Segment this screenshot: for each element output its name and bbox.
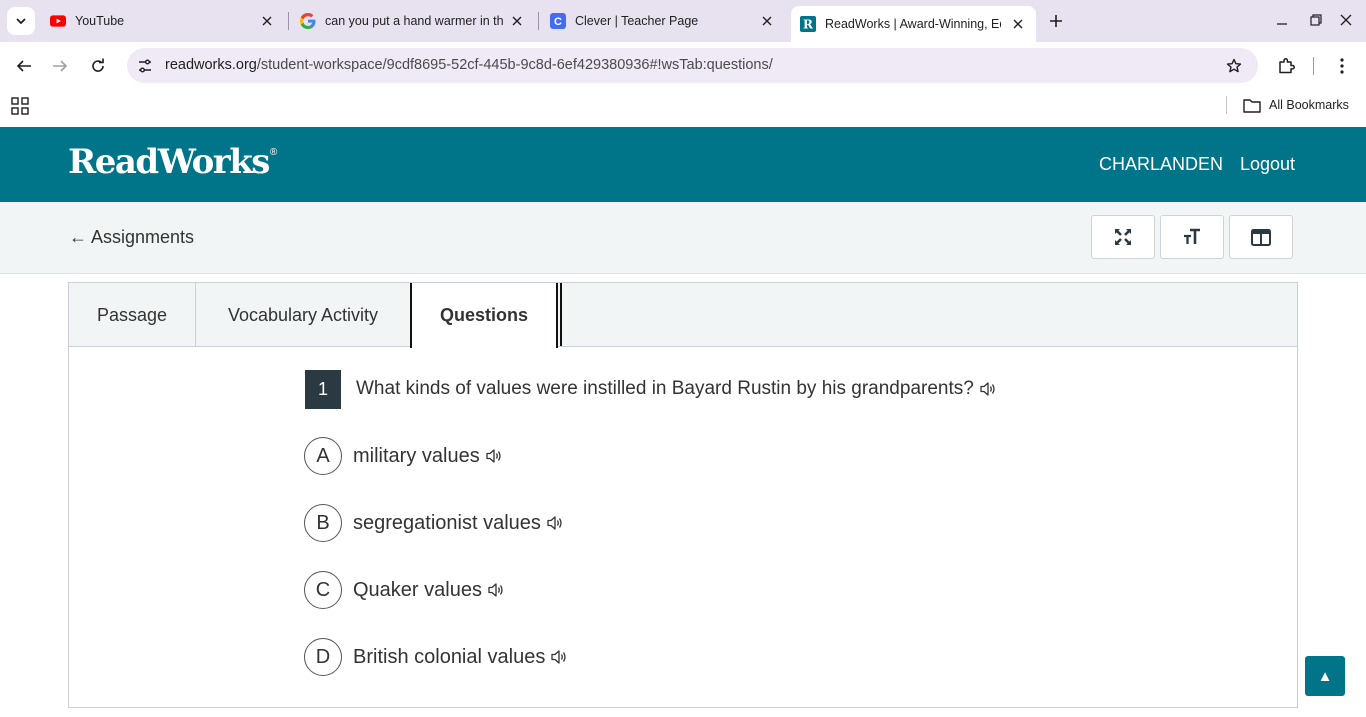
restore-icon: [1310, 14, 1322, 26]
tab-title: ReadWorks | Award-Winning, Ed: [825, 17, 1001, 31]
url-path: /student-workspace/9cdf8695-52cf-445b-9c…: [256, 57, 773, 73]
close-icon[interactable]: [259, 13, 275, 29]
browser-tab-clever[interactable]: C Clever | Teacher Page: [550, 8, 775, 34]
site-info-icon[interactable]: [135, 56, 155, 76]
puzzle-icon: [1279, 58, 1295, 74]
url-text: readworks.org/student-workspace/9cdf8695…: [165, 57, 773, 73]
choice-letter: C: [304, 571, 342, 609]
fullscreen-icon: [1115, 229, 1131, 245]
more-vertical-icon: [1340, 58, 1344, 74]
tab-divider: [560, 283, 562, 346]
tab-title: YouTube: [75, 14, 125, 28]
fullscreen-button[interactable]: [1091, 215, 1155, 259]
choice-label: British colonial values: [353, 646, 569, 669]
all-bookmarks-button[interactable]: All Bookmarks: [1243, 96, 1349, 114]
tab-title: can you put a hand warmer in th: [325, 14, 503, 28]
close-icon[interactable]: [509, 13, 525, 29]
browser-tab-readworks[interactable]: R ReadWorks | Award-Winning, Ed: [791, 6, 1036, 42]
choice-text: military values: [353, 444, 480, 467]
minimize-button[interactable]: [1272, 10, 1292, 30]
tab-search-button[interactable]: [7, 7, 35, 35]
choice-label: segregationist values: [353, 512, 565, 535]
folder-icon: [1243, 98, 1261, 113]
minimize-icon: [1277, 23, 1287, 25]
choice-label: Quaker values: [353, 579, 506, 602]
close-icon: [1340, 14, 1352, 26]
speaker-icon[interactable]: [978, 379, 998, 399]
tab-vocabulary-activity[interactable]: Vocabulary Activity: [196, 283, 410, 347]
split-view-icon: [1251, 228, 1271, 246]
browser-tab-google[interactable]: can you put a hand warmer in th: [300, 8, 525, 34]
choice-label: military values: [353, 445, 504, 468]
tab-separator: [288, 12, 289, 30]
answer-choice-b[interactable]: B segregationist values: [304, 504, 565, 542]
speaker-icon[interactable]: [484, 446, 504, 466]
answer-choice-d[interactable]: D British colonial values: [304, 638, 569, 676]
toolbar-separator: [1313, 57, 1314, 75]
bookmark-star-icon[interactable]: [1224, 56, 1244, 76]
close-icon[interactable]: [1010, 16, 1026, 32]
browser-tab-youtube[interactable]: YouTube: [50, 8, 275, 34]
bookmarks-bar: [0, 89, 1366, 127]
logo-text: ReadWorks: [68, 142, 270, 182]
question-number: 1: [305, 370, 341, 409]
url-host: readworks.org: [165, 57, 257, 73]
choice-letter: B: [304, 504, 342, 542]
scroll-to-top-button[interactable]: ▲: [1305, 656, 1345, 696]
choice-text: British colonial values: [353, 645, 546, 668]
choice-letter: D: [304, 638, 342, 676]
apps-grid-icon[interactable]: [11, 97, 29, 115]
plus-icon: [1050, 15, 1062, 27]
readworks-icon: R: [800, 16, 816, 32]
extensions-button[interactable]: [1274, 54, 1298, 78]
svg-text:R: R: [803, 18, 814, 32]
restore-button[interactable]: [1306, 10, 1326, 30]
back-to-assignments-link[interactable]: ← Assignments: [69, 227, 194, 248]
answer-choice-c[interactable]: C Quaker values: [304, 571, 506, 609]
tab-title: Clever | Teacher Page: [575, 14, 699, 28]
username-link[interactable]: CHARLANDEN: [1099, 154, 1223, 175]
choice-text: Quaker values: [353, 578, 482, 601]
youtube-icon: [50, 13, 66, 29]
readworks-logo[interactable]: ReadWorks®: [68, 142, 277, 182]
speaker-icon[interactable]: [549, 647, 569, 667]
browser-menu-button[interactable]: [1330, 54, 1354, 78]
arrow-left-icon: [16, 60, 31, 72]
google-icon: [300, 13, 316, 29]
chevron-down-icon: [16, 18, 26, 25]
logout-link[interactable]: Logout: [1240, 154, 1295, 175]
arrow-right-icon: [53, 60, 68, 72]
choice-letter: A: [304, 437, 342, 475]
speaker-icon[interactable]: [486, 580, 506, 600]
question-prompt: What kinds of values were instilled in B…: [356, 378, 998, 400]
reload-button[interactable]: [86, 54, 110, 78]
text-size-button[interactable]: [1160, 215, 1224, 259]
text-size-icon: [1184, 228, 1200, 244]
all-bookmarks-label: All Bookmarks: [1269, 98, 1349, 112]
choice-text: segregationist values: [353, 511, 541, 534]
tab-separator: [538, 12, 539, 30]
tab-passage[interactable]: Passage: [69, 283, 196, 347]
clever-icon: C: [550, 13, 566, 29]
split-view-button[interactable]: [1229, 215, 1293, 259]
back-button[interactable]: [12, 54, 36, 78]
forward-button[interactable]: [48, 54, 72, 78]
tab-questions[interactable]: Questions: [410, 283, 558, 348]
svg-text:C: C: [554, 16, 562, 28]
reload-icon: [92, 58, 104, 72]
new-tab-button[interactable]: [1045, 10, 1067, 32]
speaker-icon[interactable]: [545, 513, 565, 533]
question-text: What kinds of values were instilled in B…: [356, 378, 974, 399]
close-window-button[interactable]: [1336, 10, 1356, 30]
address-bar[interactable]: readworks.org/student-workspace/9cdf8695…: [127, 48, 1258, 83]
registered-mark: ®: [269, 147, 278, 158]
answer-choice-a[interactable]: A military values: [304, 437, 504, 475]
close-icon[interactable]: [759, 13, 775, 29]
bookmarks-separator: [1226, 96, 1227, 114]
